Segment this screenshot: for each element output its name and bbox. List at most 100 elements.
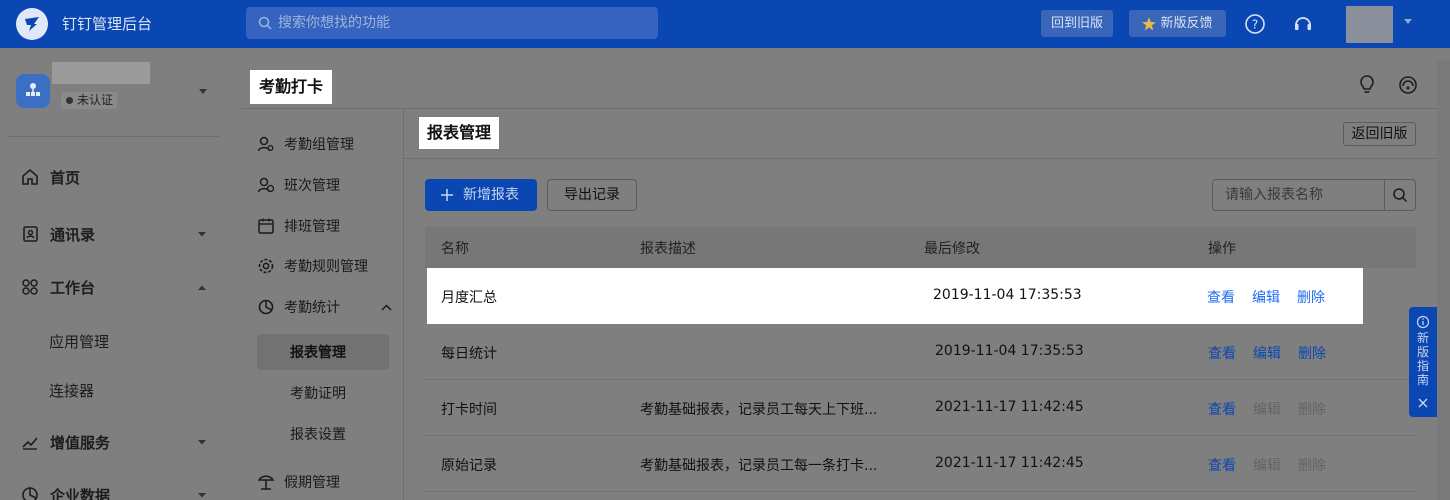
subnav-item-attendance-group[interactable]: 考勤组管理 xyxy=(241,126,403,162)
sidebar-item-label: 连接器 xyxy=(49,382,95,400)
delete-link[interactable]: 删除 xyxy=(1297,287,1325,307)
subnav-item-label: 考勤证明 xyxy=(290,386,346,402)
app-title: 钉钉管理后台 xyxy=(62,15,153,33)
report-description: 考勤基础报表，记录员工每天上下班... xyxy=(640,402,878,418)
back-to-old-version-button[interactable]: 回到旧版 xyxy=(1041,10,1113,37)
section-title: 报表管理 xyxy=(419,117,500,149)
verification-status: 未认证 xyxy=(77,93,114,107)
main-sidebar: 未认证 首页 通讯录 工作台 应用管理 连接器 增值服务 企业数据 xyxy=(0,48,230,500)
view-link[interactable]: 查看 xyxy=(1208,343,1236,363)
new-version-guide-tab[interactable]: 新版指南 xyxy=(1409,307,1437,417)
sidebar-item-home[interactable]: 首页 xyxy=(0,162,230,192)
global-search[interactable] xyxy=(246,7,658,39)
edit-link[interactable]: 编辑 xyxy=(1253,343,1281,363)
report-name: 打卡时间 xyxy=(441,402,497,418)
column-header-modified: 最后修改 xyxy=(924,241,980,257)
column-header-actions: 操作 xyxy=(1208,241,1236,257)
sidebar-item-app-management[interactable]: 应用管理 xyxy=(0,326,230,356)
sidebar-item-enterprise-data[interactable]: 企业数据 xyxy=(0,480,230,500)
org-logo-icon xyxy=(16,74,50,108)
support-headset-icon[interactable] xyxy=(1292,13,1314,35)
column-header-description: 报表描述 xyxy=(640,241,696,257)
report-search-input[interactable] xyxy=(1213,180,1384,210)
search-icon[interactable] xyxy=(1392,187,1408,203)
sidebar-item-label: 企业数据 xyxy=(50,487,111,500)
main-panel: 考勤打卡 考勤组管理 班次管理 排班管理 考勤规则管理 考勤统计 报表管理 考勤… xyxy=(241,60,1450,500)
content-divider xyxy=(404,158,1450,159)
subnav-item-label: 考勤规则管理 xyxy=(284,259,368,275)
close-icon[interactable] xyxy=(1418,398,1428,408)
export-records-button[interactable]: 导出记录 xyxy=(547,179,637,211)
sidebar-item-contacts[interactable]: 通讯录 xyxy=(0,219,230,249)
verification-badge: 未认证 xyxy=(61,92,118,109)
view-link[interactable]: 查看 xyxy=(1207,287,1235,307)
chevron-down-icon xyxy=(198,232,206,237)
user-avatar[interactable] xyxy=(1346,6,1393,43)
table-row[interactable]: 打卡时间 考勤基础报表，记录员工每天上下班... 2021-11-17 11:4… xyxy=(425,380,1416,436)
subnav-item-label: 排班管理 xyxy=(284,219,340,235)
chevron-down-icon[interactable] xyxy=(1403,18,1413,26)
sidebar-item-label: 首页 xyxy=(50,169,81,187)
table-header: 名称 报表描述 最后修改 操作 xyxy=(425,227,1416,268)
search-divider xyxy=(1384,180,1385,210)
feedback-button[interactable]: 新版反馈 xyxy=(1129,10,1226,37)
customer-service-icon[interactable] xyxy=(1397,74,1419,96)
subnav-item-label: 报表管理 xyxy=(290,345,346,361)
star-icon xyxy=(1142,17,1156,31)
chevron-down-icon xyxy=(198,440,206,445)
back-to-old-button[interactable]: 返回旧版 xyxy=(1343,122,1416,146)
group-icon xyxy=(257,136,274,152)
report-name: 原始记录 xyxy=(441,458,497,474)
calendar-icon xyxy=(258,218,274,234)
report-modified: 2019-11-04 17:35:53 xyxy=(935,343,1084,359)
subnav-item-shift[interactable]: 班次管理 xyxy=(241,167,403,203)
subnav-item-rules[interactable]: 考勤规则管理 xyxy=(241,248,403,284)
view-link[interactable]: 查看 xyxy=(1208,399,1236,419)
report-name: 月度汇总 xyxy=(441,290,497,306)
subnav-item-label: 考勤统计 xyxy=(284,300,340,316)
chevron-down-icon xyxy=(198,493,206,498)
home-icon xyxy=(22,168,38,185)
info-icon xyxy=(1416,315,1430,329)
scroll-edge xyxy=(1437,60,1450,500)
edit-link[interactable]: 编辑 xyxy=(1252,287,1280,307)
subnav-item-report-management[interactable]: 报表管理 xyxy=(241,334,403,370)
table-row[interactable]: 月度汇总 2019-11-04 17:35:53 查看 编辑 删除 xyxy=(427,268,1363,324)
table-row[interactable]: 每日统计 2019-11-04 17:35:53 查看 编辑 删除 xyxy=(425,324,1416,380)
data-icon xyxy=(22,487,38,500)
org-name xyxy=(52,62,150,84)
add-report-button[interactable]: 新增报表 xyxy=(425,179,537,211)
org-switch-caret-icon[interactable] xyxy=(198,88,208,96)
report-modified: 2019-11-04 17:35:53 xyxy=(933,287,1082,303)
table-row[interactable]: 原始记录 考勤基础报表，记录员工每一条打卡... 2021-11-17 11:4… xyxy=(425,436,1416,492)
workbench-icon xyxy=(22,279,38,295)
subnav-item-scheduling[interactable]: 排班管理 xyxy=(241,208,403,244)
sidebar-item-label: 通讯录 xyxy=(50,226,96,244)
delete-link[interactable]: 删除 xyxy=(1298,343,1326,363)
sidebar-item-workbench[interactable]: 工作台 xyxy=(0,272,230,302)
column-header-name: 名称 xyxy=(441,241,469,257)
report-name: 每日统计 xyxy=(441,346,497,362)
help-icon[interactable]: ? xyxy=(1244,13,1266,35)
subnav-item-holiday[interactable]: 假期管理 xyxy=(241,464,403,500)
gear-icon xyxy=(258,258,274,274)
view-link[interactable]: 查看 xyxy=(1208,455,1236,475)
stats-icon xyxy=(258,299,274,315)
sidebar-item-value-added[interactable]: 增值服务 xyxy=(0,427,230,457)
subnav-item-label: 考勤组管理 xyxy=(284,137,354,153)
plus-icon xyxy=(441,189,453,201)
sidebar-item-connector[interactable]: 连接器 xyxy=(0,375,230,405)
subnav-item-report-settings[interactable]: 报表设置 xyxy=(241,416,403,452)
global-search-input[interactable] xyxy=(278,7,648,39)
subnav-item-attendance-proof[interactable]: 考勤证明 xyxy=(241,375,403,411)
contacts-icon xyxy=(23,226,38,242)
chevron-up-icon xyxy=(198,285,206,290)
edit-link-disabled: 编辑 xyxy=(1253,402,1281,418)
subnav-item-label: 假期管理 xyxy=(284,475,340,491)
report-search[interactable] xyxy=(1212,179,1416,211)
lightbulb-icon[interactable] xyxy=(1358,74,1376,94)
svg-text:?: ? xyxy=(1252,18,1258,32)
dingtalk-logo-icon[interactable] xyxy=(16,8,48,40)
search-icon xyxy=(258,16,272,30)
subnav-item-statistics[interactable]: 考勤统计 xyxy=(241,289,403,325)
